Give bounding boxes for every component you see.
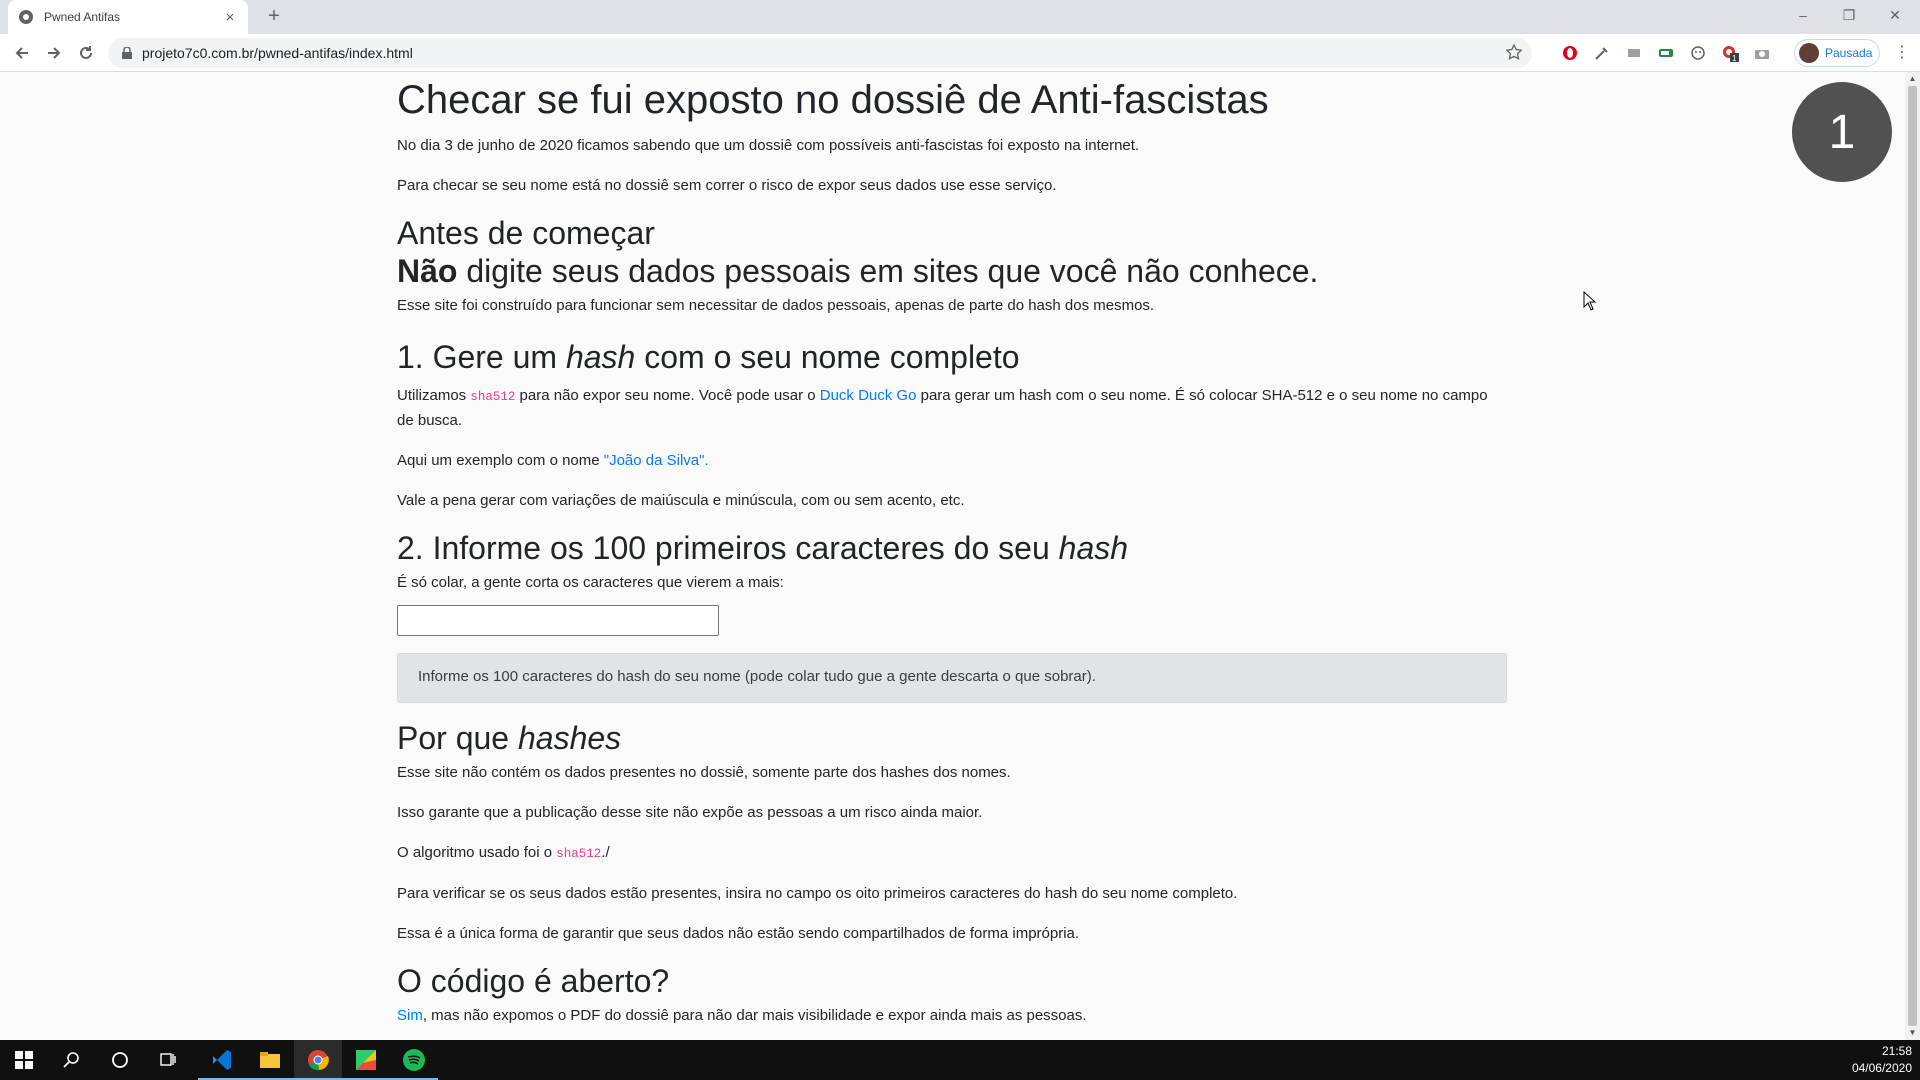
forward-icon[interactable]	[42, 41, 66, 65]
profile-button[interactable]: Pausada	[1794, 39, 1880, 67]
step2-heading-em: hash	[1058, 530, 1129, 566]
warning-heading: Não digite seus dados pessoais em sites …	[397, 252, 1507, 290]
tab-close-icon[interactable]: ×	[222, 9, 238, 26]
why-p3: O algoritmo usado foi o sha512./	[397, 841, 1507, 866]
clock-date: 04/06/2020	[1851, 1061, 1912, 1075]
tab-pwned-antifas[interactable]: Pwned Antifas ×	[8, 0, 248, 34]
step1-heading-em: hash	[565, 339, 636, 375]
why-p3-b: ./	[601, 844, 610, 861]
file-explorer-icon[interactable]	[246, 1040, 294, 1080]
before-heading: Antes de começar	[397, 215, 655, 251]
step2-heading: 2. Informe os 100 primeiros caracteres d…	[397, 529, 1507, 567]
url-input[interactable]	[142, 45, 1532, 61]
why-p2: Isso garante que a publicação desse site…	[397, 804, 983, 821]
opera-icon[interactable]	[1560, 43, 1580, 63]
cast-icon[interactable]	[1624, 43, 1644, 63]
extension-badge-count: 1	[1732, 54, 1737, 62]
example-link[interactable]: "João da Silva".	[604, 452, 709, 469]
profile-status: Pausada	[1825, 46, 1873, 60]
hash-input[interactable]	[397, 605, 719, 636]
step1-paragraph: Utilizamos sha512 para não expor seu nom…	[397, 384, 1507, 433]
mouse-cursor-icon	[1583, 291, 1597, 311]
why-p4: Para verificar se os seus dados estão pr…	[397, 885, 1238, 902]
scroll-up-icon[interactable]: ▲	[1905, 72, 1920, 86]
new-tab-button[interactable]: +	[262, 6, 286, 28]
tab-title: Pwned Antifas	[44, 10, 121, 24]
back-icon[interactable]	[10, 41, 34, 65]
hash-alert: Informe os 100 caracteres do hash do seu…	[397, 653, 1507, 703]
step1-heading-a: 1. Gere um	[397, 339, 566, 375]
chrome-icon[interactable]	[294, 1040, 342, 1080]
main-content: Checar se fui exposto no dossiê de Anti-…	[397, 72, 1507, 1040]
open-source-paragraph: Sim, mas não expomos o PDF do dossiê par…	[397, 1004, 1507, 1028]
sha512-code-2: sha512	[556, 847, 602, 861]
address-bar[interactable]	[108, 38, 1532, 68]
notification-icon[interactable]: 1	[1720, 43, 1740, 63]
page-viewport: Checar se fui exposto no dossiê de Anti-…	[0, 72, 1905, 1040]
page-scrollbar[interactable]: ▲ ▼	[1905, 72, 1920, 1040]
warning-bold: Não	[397, 253, 458, 289]
example-text: Aqui um exemplo com o nome	[397, 452, 604, 469]
duckduckgo-link[interactable]: Duck Duck Go	[820, 387, 917, 404]
scroll-down-icon[interactable]: ▼	[1905, 1026, 1920, 1040]
search-icon[interactable]	[48, 1040, 96, 1080]
reload-icon[interactable]	[74, 41, 98, 65]
minimize-button[interactable]: –	[1780, 0, 1826, 30]
step1-p1-b: para não expor seu nome. Você pode usar …	[515, 387, 820, 404]
warning-text: Esse site foi construído para funcionar …	[397, 297, 1155, 314]
sim-link[interactable]: Sim	[397, 1007, 423, 1024]
page-title: Checar se fui exposto no dossiê de Anti-…	[397, 78, 1269, 122]
favicon-icon	[19, 10, 33, 24]
avatar	[1799, 43, 1819, 63]
open-source-text: , mas não expomos o PDF do dossiê para n…	[422, 1007, 1087, 1024]
browser-menu-icon[interactable]: ⋮	[1894, 43, 1910, 63]
camera-icon[interactable]	[1752, 43, 1772, 63]
why-heading-em: hashes	[517, 720, 622, 756]
step2-heading-a: 2. Informe os 100 primeiros caracteres d…	[397, 530, 1059, 566]
eyedropper-icon[interactable]	[1592, 43, 1612, 63]
lock-icon	[122, 47, 132, 59]
task-view-icon[interactable]	[144, 1040, 192, 1080]
color-app-icon[interactable]	[342, 1040, 390, 1080]
system-clock[interactable]: 21:58 04/06/2020	[1852, 1043, 1912, 1077]
restore-button[interactable]: ❐	[1826, 0, 1872, 30]
variations-paragraph: Vale a pena gerar com variações de maiús…	[397, 492, 965, 509]
sha512-code: sha512	[470, 390, 516, 404]
open-source-heading: O código é aberto?	[397, 963, 670, 999]
step2-paragraph: É só colar, a gente corta os caracteres …	[397, 574, 784, 591]
why-p1: Esse site não contém os dados presentes …	[397, 764, 1011, 781]
browser-chrome: Pwned Antifas × + – ❐ ✕ 1 Pausada	[0, 0, 1920, 72]
face-icon[interactable]	[1688, 43, 1708, 63]
why-heading-a: Por que	[397, 720, 518, 756]
battery-icon[interactable]	[1656, 43, 1676, 63]
why-p3-a: O algoritmo usado foi o	[397, 844, 557, 861]
step1-p1-a: Utilizamos	[397, 387, 471, 404]
step1-heading: 1. Gere um hash com o seu nome completo	[397, 338, 1507, 376]
tab-strip: Pwned Antifas × + – ❐ ✕	[0, 0, 1920, 34]
close-window-button[interactable]: ✕	[1872, 0, 1918, 30]
step-counter-badge: 1	[1792, 82, 1892, 182]
windows-taskbar: 21:58 04/06/2020	[0, 1040, 1920, 1080]
vscode-icon[interactable]	[198, 1040, 246, 1080]
bookmark-star-icon[interactable]	[1506, 44, 1522, 60]
clock-time: 21:58	[1881, 1044, 1912, 1058]
intro-text-2: Para checar se seu nome está no dossiê s…	[397, 177, 1057, 194]
example-paragraph: Aqui um exemplo com o nome "João da Silv…	[397, 449, 1507, 473]
step1-heading-b: com o seu nome completo	[635, 339, 1020, 375]
intro-text: No dia 3 de junho de 2020 ficamos sabend…	[397, 137, 1140, 154]
scrollbar-thumb[interactable]	[1908, 86, 1917, 1026]
windows-start-icon[interactable]	[0, 1040, 48, 1080]
cortana-icon[interactable]	[96, 1040, 144, 1080]
spotify-icon[interactable]	[390, 1040, 438, 1080]
warning-rest: digite seus dados pessoais em sites que …	[457, 253, 1319, 289]
why-p5: Essa é a única forma de garantir que seu…	[397, 925, 1080, 942]
browser-toolbar: 1 Pausada ⋮	[0, 34, 1920, 72]
why-heading: Por que hashes	[397, 719, 1507, 757]
